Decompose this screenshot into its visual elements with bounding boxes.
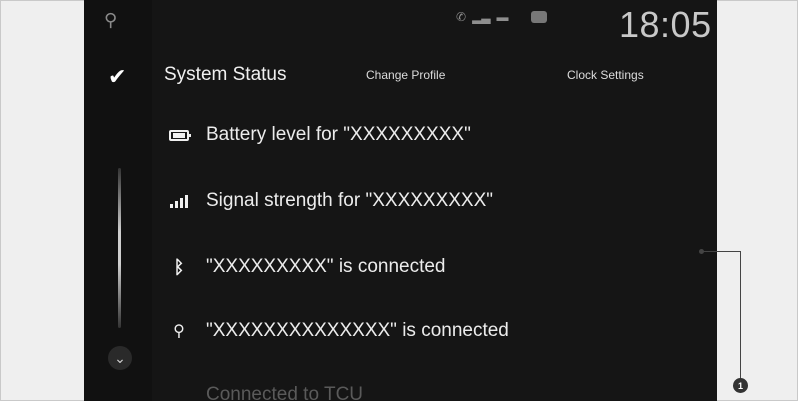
callout-number-badge: 1 [733, 378, 748, 393]
clock: 18:05 [619, 4, 712, 45]
usb-icon: ⚲ [173, 323, 185, 340]
callout-line [703, 251, 741, 252]
camera-icon [530, 11, 547, 23]
battery-icon [164, 129, 194, 141]
usb-status-icon: ⚲ [104, 10, 118, 30]
list-item-tcu[interactable]: Connected to TCU [206, 384, 363, 401]
infotainment-screen: ⚲ ✆ ▂▃ ▬ 18:05 ✔ System Status Change Pr… [84, 0, 717, 401]
callout-line [740, 251, 741, 381]
list-item-label: "XXXXXXXXXXXXXX" is connected [206, 320, 509, 341]
scroll-down-button[interactable]: ⌄ [108, 346, 132, 370]
tab-change-profile[interactable]: Change Profile [366, 68, 445, 82]
list-item-bluetooth[interactable]: ᛒ "XXXXXXXXX" is connected [164, 256, 446, 278]
phone-icon: ✆ [456, 10, 467, 24]
list-item-label: "XXXXXXXXX" is connected [206, 256, 446, 277]
chevron-down-icon: ⌄ [114, 349, 126, 366]
tab-clock-settings[interactable]: Clock Settings [567, 68, 644, 82]
list-item-usb[interactable]: ⚲ "XXXXXXXXXXXXXX" is connected [164, 320, 509, 342]
list-item-label: Battery level for "XXXXXXXXX" [206, 124, 471, 145]
list-item-signal[interactable]: Signal strength for "XXXXXXXXX" [164, 190, 493, 212]
list-item-battery[interactable]: Battery level for "XXXXXXXXX" [164, 124, 471, 146]
list-item-label: Signal strength for "XXXXXXXXX" [206, 190, 494, 211]
tab-system-status[interactable]: System Status [164, 64, 287, 86]
scrollbar[interactable] [118, 168, 121, 328]
data-icon: ▬ [496, 10, 509, 24]
phone-signal-icon: ▂▃ [472, 10, 491, 24]
check-icon[interactable]: ✔ [108, 64, 126, 90]
bluetooth-icon: ᛒ [173, 256, 185, 277]
status-icons: ✆ ▂▃ ▬ [456, 10, 547, 24]
signal-icon [164, 194, 194, 208]
